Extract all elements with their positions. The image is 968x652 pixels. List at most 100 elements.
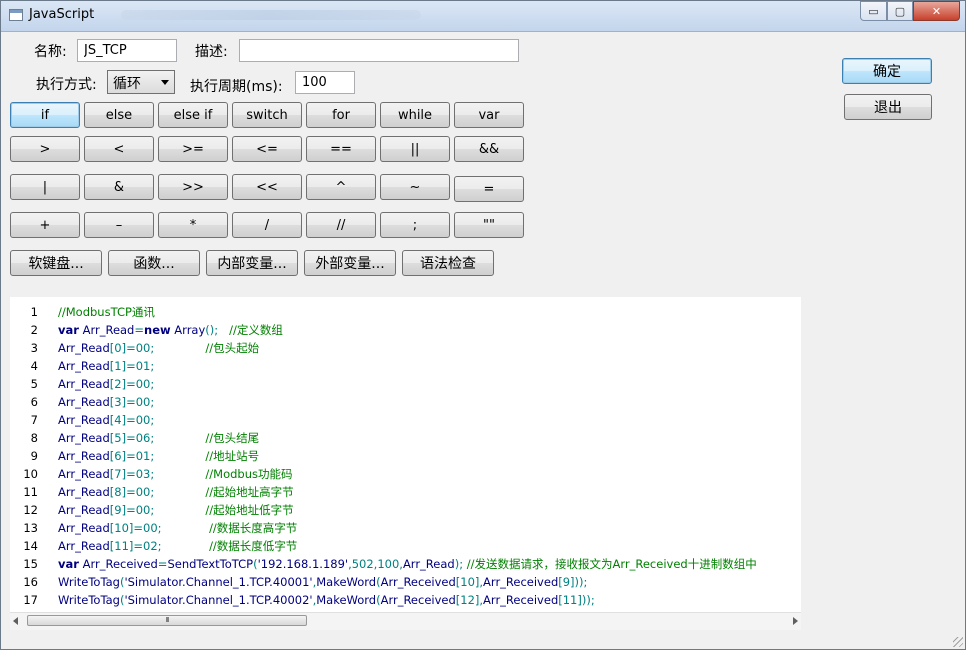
maximize-button[interactable]: ▢: [887, 1, 913, 21]
code-text: Arr_Read[10]=00; //数据长度高字节: [58, 519, 297, 537]
var-button[interactable]: var: [454, 102, 524, 128]
external-variables-button[interactable]: 外部变量...: [304, 250, 396, 276]
less-equal-button[interactable]: <=: [232, 136, 302, 162]
greater-equal-button[interactable]: >=: [158, 136, 228, 162]
code-token: WriteToTag: [58, 575, 120, 589]
line-number: 6: [30, 395, 38, 409]
bitwise-and-button[interactable]: &: [84, 174, 154, 200]
scroll-left-icon[interactable]: [13, 617, 18, 625]
syntax-check-button[interactable]: 语法检查: [402, 250, 494, 276]
code-keyword: var: [58, 323, 79, 337]
description-input[interactable]: [239, 39, 519, 62]
code-comment: //起始地址低字节: [205, 503, 294, 517]
scroll-right-icon[interactable]: [793, 617, 798, 625]
comment-button[interactable]: //: [306, 212, 376, 238]
code-token: Arr_Received: [483, 593, 559, 607]
bitwise-not-button[interactable]: ~: [380, 174, 450, 200]
code-token: Arr_Read: [58, 413, 110, 427]
code-token: Arr_Received: [380, 593, 456, 607]
code-keyword: var: [58, 557, 79, 571]
code-token: [11]=02;: [109, 539, 162, 553]
code-token: Array: [170, 323, 206, 337]
code-token: [6]=01;: [109, 449, 155, 463]
equals-button[interactable]: ==: [306, 136, 376, 162]
code-comment: //发送数据请求，接收报文为Arr_Received十进制数组中: [466, 557, 757, 571]
line-number: 3: [30, 341, 38, 355]
code-token: [2]=00;: [109, 377, 155, 391]
semicolon-button[interactable]: ;: [380, 212, 450, 238]
exit-button[interactable]: 退出: [844, 94, 932, 120]
code-token: Arr_Received: [380, 575, 456, 589]
logical-or-button[interactable]: ||: [380, 136, 450, 162]
else-if-button[interactable]: else if: [158, 102, 228, 128]
code-text: Arr_Read[7]=03; //Modbus功能码: [58, 465, 293, 483]
switch-button[interactable]: switch: [232, 102, 302, 128]
if-button[interactable]: if: [10, 102, 80, 128]
multiply-button[interactable]: *: [158, 212, 228, 238]
description-label: 描述:: [195, 44, 228, 60]
internal-variables-button[interactable]: 内部变量...: [206, 250, 298, 276]
code-token: 'Simulator.Channel_1.TCP.40001': [124, 575, 313, 589]
exec-period-label: 执行周期(ms):: [190, 79, 283, 95]
ok-button[interactable]: 确定: [842, 58, 932, 84]
code-text: WriteToTag('Simulator.Channel_1.TCP.4000…: [58, 573, 587, 591]
bitwise-or-button[interactable]: |: [10, 174, 80, 200]
scrollbar-thumb[interactable]: III: [27, 615, 307, 626]
resize-grip[interactable]: [953, 637, 963, 647]
functions-button[interactable]: 函数...: [108, 250, 200, 276]
code-comment: //Modbus功能码: [205, 467, 293, 481]
else-button[interactable]: else: [84, 102, 154, 128]
for-button[interactable]: for: [306, 102, 376, 128]
line-number: 12: [23, 503, 38, 517]
xor-button[interactable]: ^: [306, 174, 376, 200]
code-text: var Arr_Read=new Array(); //定义数组: [58, 321, 283, 339]
exec-mode-label: 执行方式:: [36, 77, 97, 93]
code-token: Arr_Read: [58, 449, 110, 463]
code-token: [12],: [455, 593, 484, 607]
close-icon: ✕: [931, 4, 942, 18]
divide-button[interactable]: /: [232, 212, 302, 238]
code-text: Arr_Read[1]=01;: [58, 357, 154, 375]
shift-right-button[interactable]: >>: [158, 174, 228, 200]
while-button[interactable]: while: [380, 102, 450, 128]
soft-keyboard-button[interactable]: 软键盘...: [10, 250, 102, 276]
exec-mode-select[interactable]: 循环: [107, 70, 175, 94]
horizontal-scrollbar[interactable]: III: [10, 612, 801, 630]
code-comment: //数据长度低字节: [209, 539, 298, 553]
title-blur-region: [121, 10, 421, 20]
less-than-button[interactable]: <: [84, 136, 154, 162]
logical-and-button[interactable]: &&: [454, 136, 524, 162]
name-input[interactable]: [77, 39, 177, 62]
line-number: 9: [30, 449, 38, 463]
line-number: 5: [30, 377, 38, 391]
code-token: '192.168.1.189': [257, 557, 349, 571]
minus-button[interactable]: –: [84, 212, 154, 238]
code-token: Arr_Read: [58, 377, 110, 391]
line-number: 2: [30, 323, 38, 337]
minimize-button[interactable]: ▭: [860, 1, 887, 21]
shift-left-button[interactable]: <<: [232, 174, 302, 200]
assign-button[interactable]: =: [454, 176, 524, 202]
code-token: Arr_Read: [58, 395, 110, 409]
code-text: Arr_Read[9]=00; //起始地址低字节: [58, 501, 294, 519]
code-token: [9]=00;: [109, 503, 155, 517]
code-token: Arr_Read: [58, 485, 110, 499]
close-button[interactable]: ✕: [913, 1, 960, 21]
window-title: JavaScript: [29, 7, 95, 22]
code-token: ();: [205, 323, 219, 337]
code-token: =: [134, 323, 145, 337]
code-token: SendTextToTCP: [167, 557, 254, 571]
exec-period-input[interactable]: [295, 71, 355, 94]
line-number: 10: [23, 467, 38, 481]
code-editor[interactable]: 1//ModbusTCP通讯 2 var Arr_Read=new Array();…: [10, 297, 801, 612]
code-comment: //数据长度高字节: [209, 521, 298, 535]
code-token: 'Simulator.Channel_1.TCP.40002': [124, 593, 313, 607]
greater-than-button[interactable]: >: [10, 136, 80, 162]
plus-button[interactable]: +: [10, 212, 80, 238]
quotes-button[interactable]: "": [454, 212, 524, 238]
code-token: [10],: [455, 575, 484, 589]
